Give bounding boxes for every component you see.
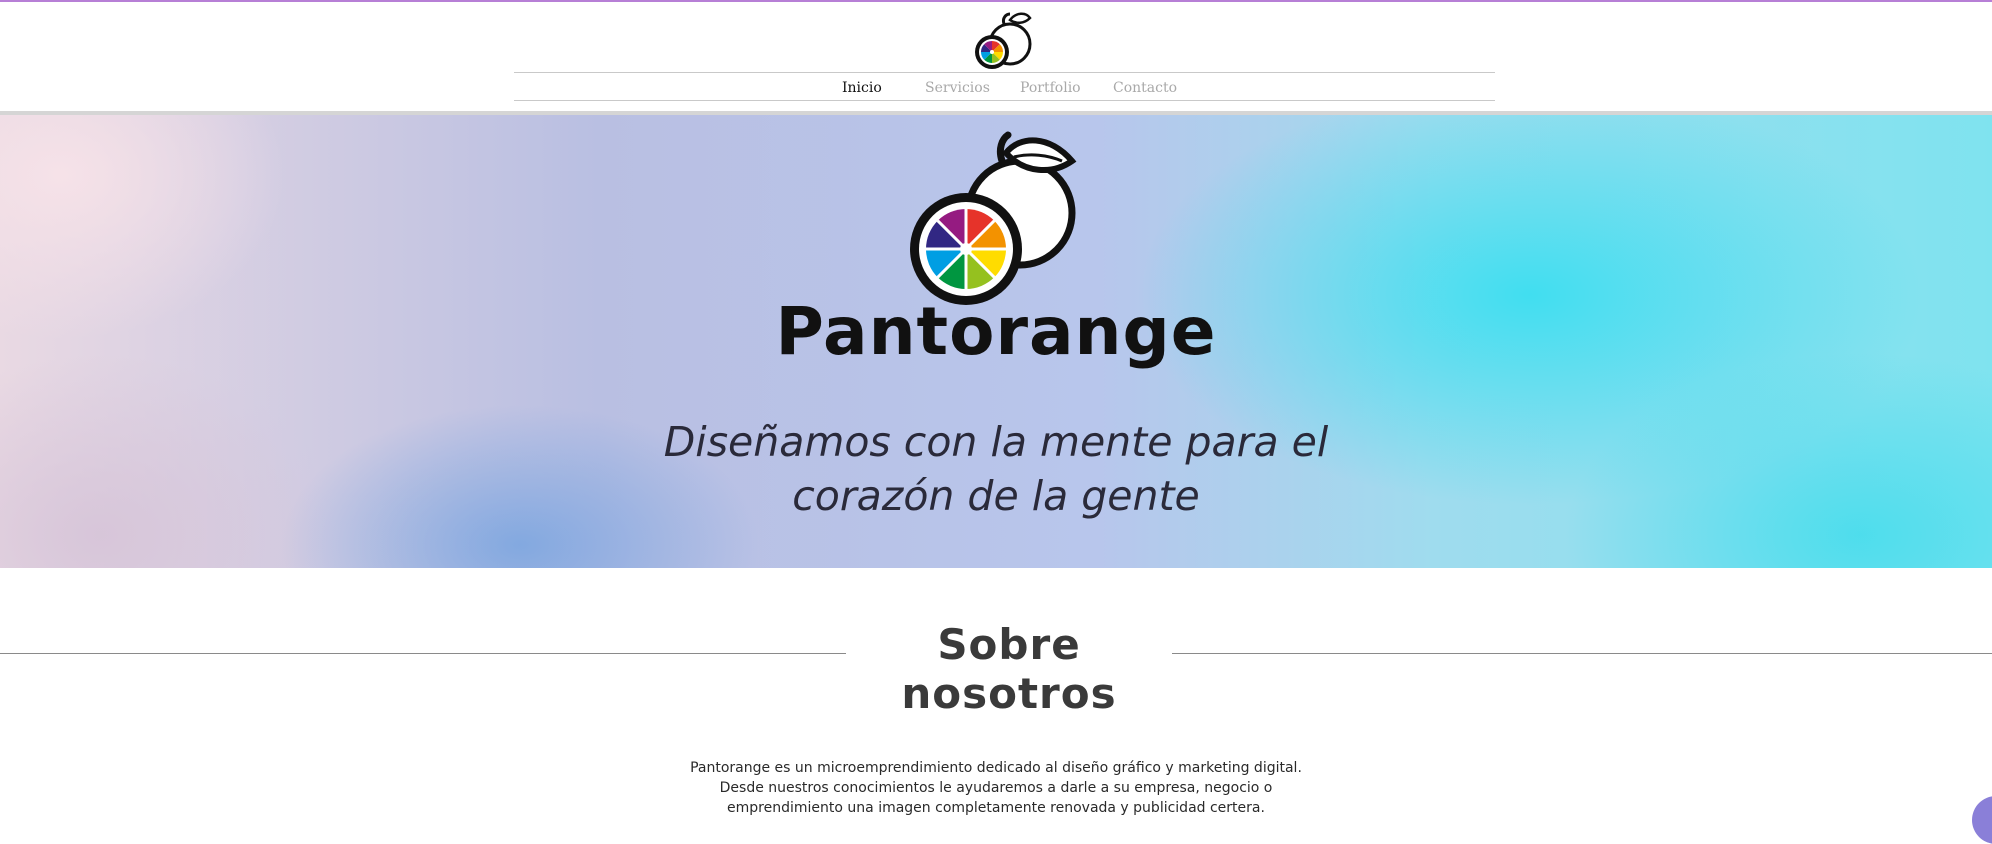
brand-title: Pantorange xyxy=(775,293,1217,370)
nav-item-inicio[interactable]: Inicio xyxy=(842,80,882,96)
tagline-line-2: corazón de la gente xyxy=(792,472,1200,520)
brand-tagline: Diseñamos con la mente para el corazón d… xyxy=(596,415,1396,523)
chat-bubble-icon[interactable] xyxy=(1972,796,1992,844)
site-header: Inicio Servicios Portfolio Contacto xyxy=(0,2,1992,112)
nav-item-portfolio[interactable]: Portfolio xyxy=(1020,80,1081,96)
hero-logo xyxy=(902,131,1084,311)
about-text: Pantorange es un microemprendimiento ded… xyxy=(596,758,1396,818)
about-divider-right xyxy=(1172,653,1992,654)
orange-logo-icon xyxy=(910,131,1077,305)
about-divider-left xyxy=(0,653,846,654)
hero-banner: Pantorange Diseñamos con la mente para e… xyxy=(0,115,1992,568)
about-text-line-3: emprendimiento una imagen completamente … xyxy=(727,800,1265,816)
header-logo[interactable] xyxy=(966,8,1036,72)
about-text-line-2: Desde nuestros conocimientos le ayudarem… xyxy=(719,780,1273,796)
nav-item-servicios[interactable]: Servicios xyxy=(925,80,990,96)
nav-item-contacto[interactable]: Contacto xyxy=(1113,80,1177,96)
main-nav: Inicio Servicios Portfolio Contacto xyxy=(514,76,1495,102)
nav-top-divider xyxy=(514,72,1495,73)
about-text-line-1: Pantorange es un microemprendimiento ded… xyxy=(690,760,1302,776)
orange-logo-icon xyxy=(975,12,1032,69)
nav-bottom-divider xyxy=(514,100,1495,101)
about-heading: Sobre nosotros xyxy=(901,620,1117,718)
tagline-line-1: Diseñamos con la mente para el xyxy=(663,418,1329,466)
